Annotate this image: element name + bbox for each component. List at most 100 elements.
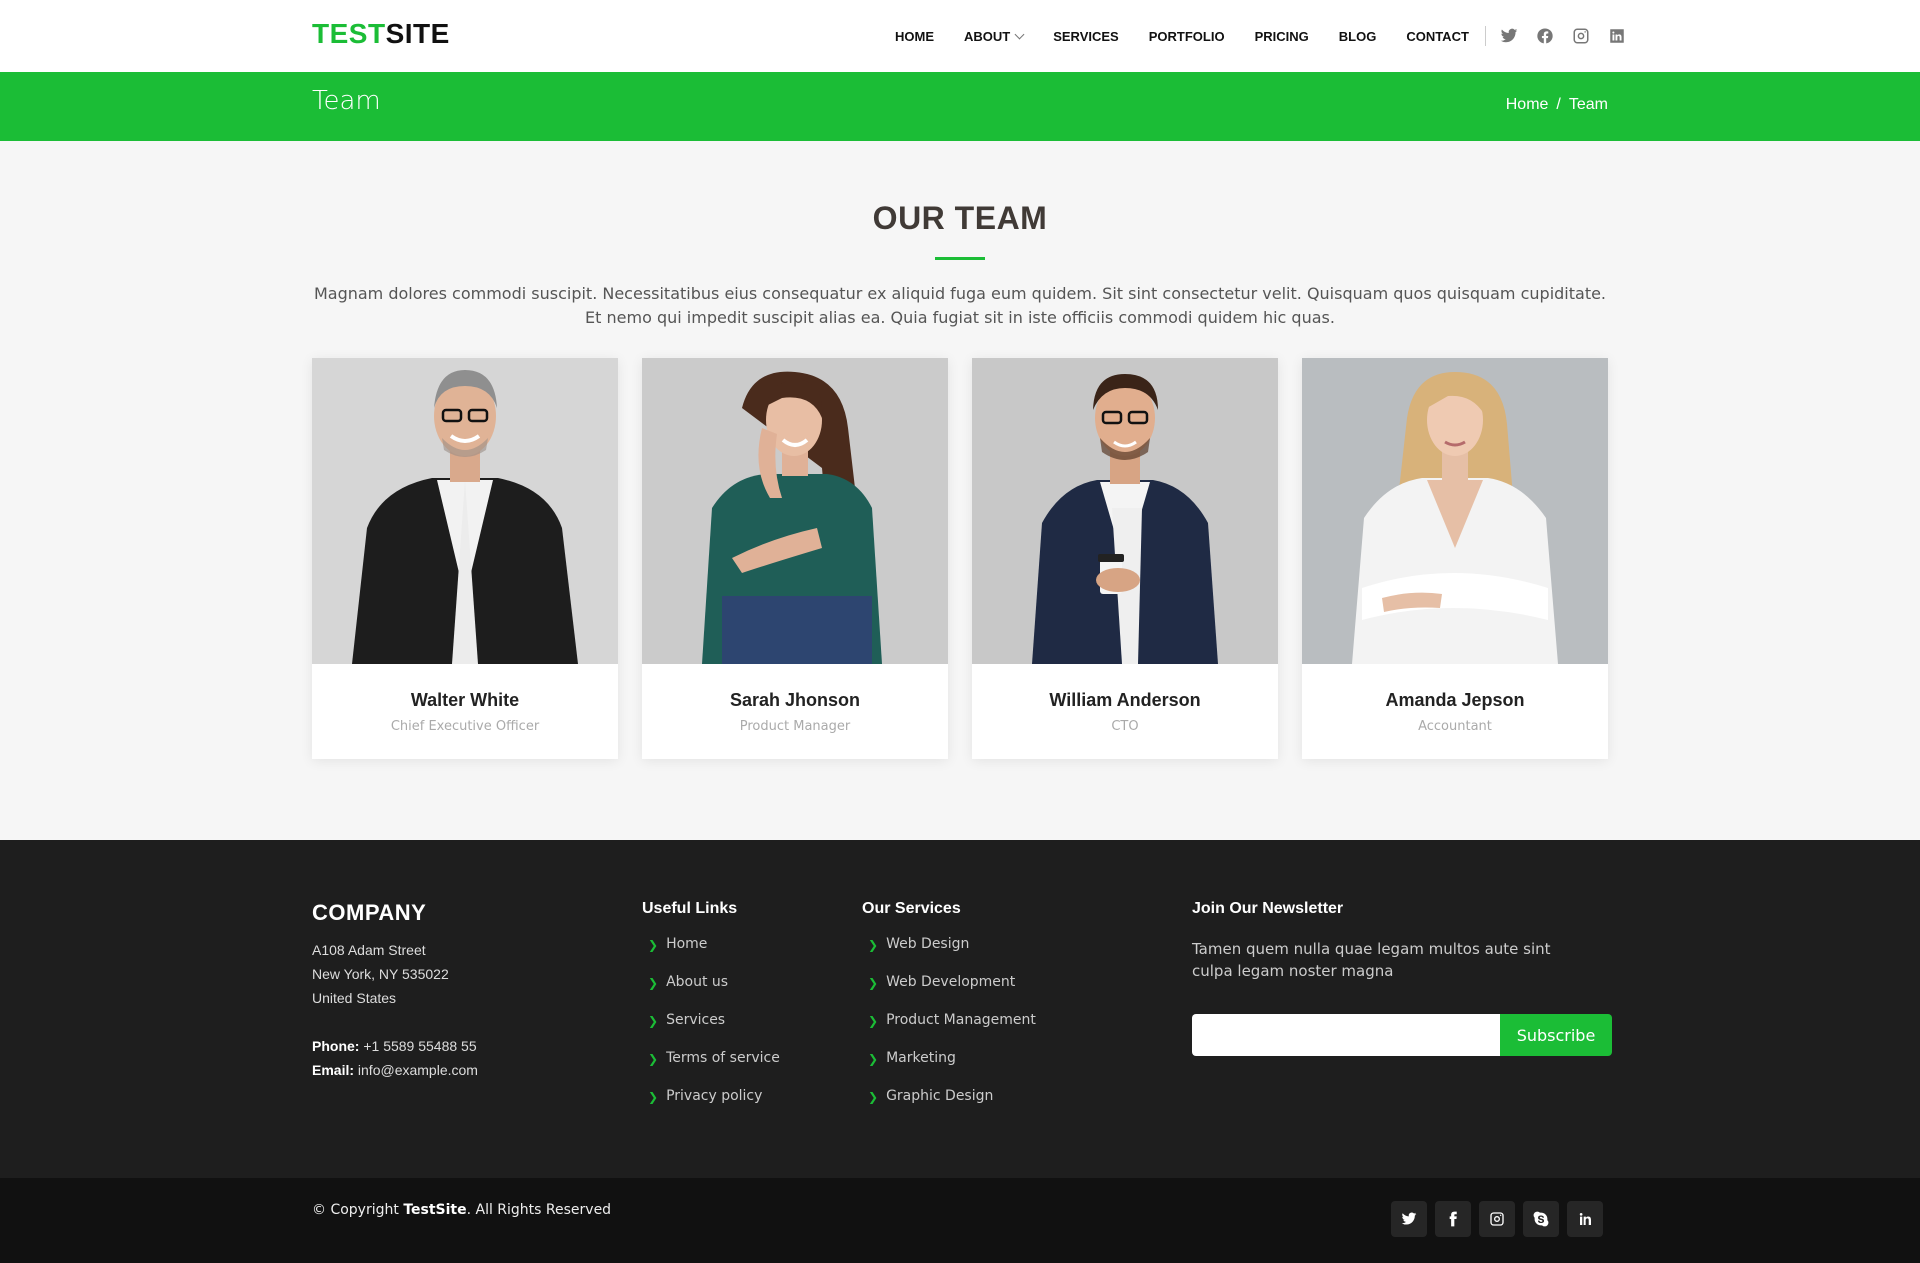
page-title: Team (312, 86, 381, 116)
footer-contact: Phone: +1 5589 55488 55 Email: info@exam… (312, 1034, 478, 1082)
copyright-brand: TestSite (403, 1202, 467, 1218)
services-list: ❯ Web Design ❯ Web Development ❯ Product Ma… (868, 936, 1036, 1126)
footer-link-label: Marketing (886, 1050, 956, 1066)
footer-service-web-design[interactable]: ❯ Web Design (868, 936, 1036, 974)
chevron-right-icon: ❯ (868, 976, 879, 990)
breadcrumb-home[interactable]: Home (1506, 96, 1549, 113)
member-photo (642, 358, 948, 664)
member-role: Accountant (1418, 719, 1492, 734)
footer-link-services[interactable]: ❯ Services (648, 1012, 780, 1050)
nav-pricing[interactable]: PRICING (1255, 29, 1309, 44)
team-grid: Walter White Chief Executive Officer Sar… (312, 358, 1608, 759)
useful-links-list: ❯ Home ❯ About us ❯ Services ❯ Terms of serv… (648, 936, 780, 1126)
chevron-right-icon: ❯ (648, 1090, 659, 1104)
section-description: Magnam dolores commodi suscipit. Necessi… (313, 284, 1607, 327)
useful-links-title: Useful Links (642, 900, 738, 917)
nav-blog[interactable]: BLOG (1339, 29, 1377, 44)
phone-number: +1 5589 55488 55 (363, 1038, 477, 1054)
chevron-right-icon: ❯ (868, 1014, 879, 1028)
facebook-icon[interactable] (1536, 27, 1554, 45)
member-role: CTO (1111, 719, 1139, 734)
email-address[interactable]: info@example.com (358, 1062, 478, 1078)
member-name: Sarah Jhonson (729, 690, 861, 710)
email-label: Email: (312, 1062, 355, 1078)
member-name: Amanda Jepson (1385, 690, 1525, 710)
footer-link-label: Product Management (886, 1012, 1036, 1028)
team-member-card[interactable]: Amanda Jepson Accountant (1302, 358, 1608, 759)
member-name: Walter White (410, 690, 520, 710)
footer-link-label: Services (666, 1012, 726, 1028)
breadcrumb: Home / Team (1506, 96, 1608, 114)
team-member-card[interactable]: Sarah Jhonson Product Manager (642, 358, 948, 759)
chevron-right-icon: ❯ (648, 938, 659, 952)
facebook-icon[interactable] (1435, 1201, 1471, 1237)
header-social-links (1500, 27, 1644, 45)
nav-contact[interactable]: CONTACT (1406, 29, 1469, 44)
member-photo (312, 358, 618, 664)
footer-link-label: Privacy policy (666, 1088, 763, 1104)
copyright-suffix: . All Rights Reserved (466, 1202, 612, 1218)
breadcrumb-current: Team (1568, 96, 1608, 113)
chevron-right-icon: ❯ (868, 1052, 879, 1066)
skype-icon[interactable] (1523, 1201, 1559, 1237)
footer-company-name: COMPANY (312, 900, 427, 925)
footer-link-label: Graphic Design (886, 1088, 994, 1104)
copyright-prefix: © Copyright (312, 1202, 404, 1218)
linkedin-icon[interactable] (1608, 27, 1626, 45)
copyright-text: © Copyright TestSite. All Rights Reserve… (312, 1202, 611, 1218)
member-role: Chief Executive Officer (390, 719, 540, 734)
member-photo (972, 358, 1278, 664)
address-line: A108 Adam Street (312, 942, 426, 958)
chevron-right-icon: ❯ (648, 976, 659, 990)
nav-portfolio[interactable]: PORTFOLIO (1149, 29, 1225, 44)
footer-link-label: Web Development (886, 974, 1016, 990)
footer-link-label: About us (666, 974, 729, 990)
footer-link-home[interactable]: ❯ Home (648, 936, 780, 974)
heading-underline (935, 257, 985, 260)
footer-service-marketing[interactable]: ❯ Marketing (868, 1050, 1036, 1088)
nav-about-label: ABOUT (964, 28, 1011, 44)
footer-bottom-bar: © Copyright TestSite. All Rights Reserve… (0, 1178, 1920, 1263)
address-line: New York, NY 535022 (312, 966, 449, 982)
footer-link-about[interactable]: ❯ About us (648, 974, 780, 1012)
newsletter-title: Join Our Newsletter (1192, 900, 1344, 917)
breadcrumb-separator: / (1556, 96, 1561, 113)
twitter-icon[interactable] (1500, 27, 1518, 45)
chevron-right-icon: ❯ (648, 1014, 659, 1028)
member-photo (1302, 358, 1608, 664)
linkedin-icon[interactable] (1567, 1201, 1603, 1237)
team-member-card[interactable]: Walter White Chief Executive Officer (312, 358, 618, 759)
site-logo[interactable]: TESTSITE (312, 18, 450, 50)
nav-divider (1484, 26, 1486, 46)
newsletter-text: Tamen quem nulla quae legam multos aute … (1192, 940, 1551, 980)
team-member-card[interactable]: William Anderson CTO (972, 358, 1278, 759)
nav-services[interactable]: SERVICES (1053, 29, 1119, 44)
instagram-icon[interactable] (1479, 1201, 1515, 1237)
main-nav: HOME ABOUT SERVICES PORTFOLIO PRICING BL… (895, 0, 1644, 72)
chevron-right-icon: ❯ (868, 938, 879, 952)
nav-about[interactable]: ABOUT (964, 28, 1025, 44)
footer-service-product-management[interactable]: ❯ Product Management (868, 1012, 1036, 1050)
site-footer: COMPANY A108 Adam Street New York, NY 53… (0, 840, 1920, 1178)
page-banner: Team Home / Team (0, 72, 1920, 141)
footer-link-label: Terms of service (666, 1050, 780, 1066)
newsletter-email-input[interactable] (1192, 1014, 1500, 1056)
address-line: United States (312, 990, 397, 1006)
chevron-right-icon: ❯ (648, 1052, 659, 1066)
footer-social-links (1383, 1201, 1603, 1237)
member-role: Product Manager (739, 719, 851, 734)
footer-link-label: Web Design (886, 936, 970, 952)
subscribe-button[interactable]: Subscribe (1500, 1014, 1612, 1056)
footer-service-graphic-design[interactable]: ❯ Graphic Design (868, 1088, 1036, 1126)
footer-link-terms[interactable]: ❯ Terms of service (648, 1050, 780, 1088)
instagram-icon[interactable] (1572, 27, 1590, 45)
nav-home[interactable]: HOME (895, 29, 934, 44)
newsletter-form: Subscribe (1192, 1014, 1612, 1056)
footer-service-web-development[interactable]: ❯ Web Development (868, 974, 1036, 1012)
services-title: Our Services (862, 900, 961, 917)
footer-link-privacy[interactable]: ❯ Privacy policy (648, 1088, 780, 1126)
footer-link-label: Home (666, 936, 708, 952)
footer-address: A108 Adam Street New York, NY 535022 Uni… (312, 938, 449, 1010)
twitter-icon[interactable] (1391, 1201, 1427, 1237)
logo-text: SITE (385, 18, 450, 49)
